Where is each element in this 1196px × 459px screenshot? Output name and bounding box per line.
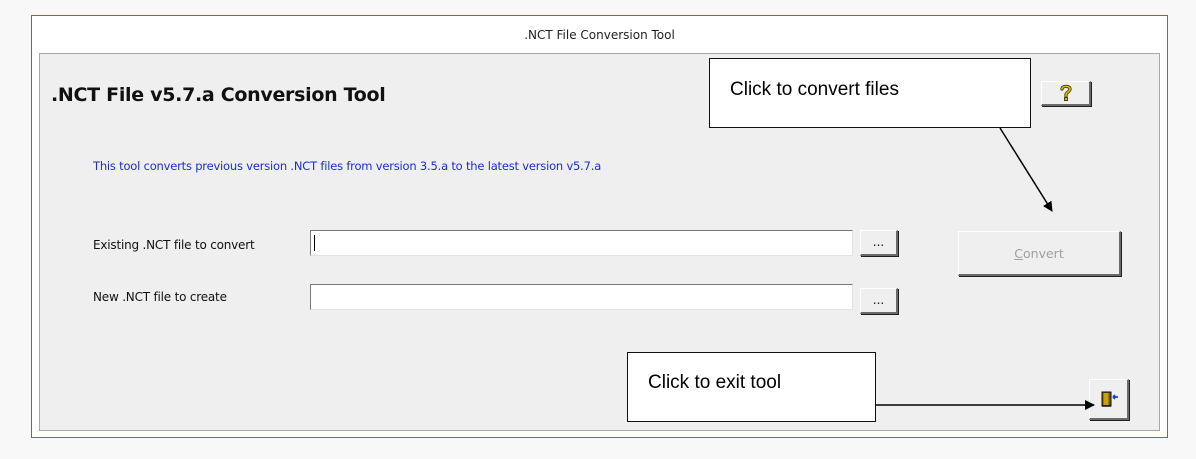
question-mark-icon — [1059, 84, 1073, 102]
existing-file-label: Existing .NCT file to convert — [93, 238, 255, 252]
exit-button[interactable] — [1089, 379, 1129, 420]
text-caret — [314, 235, 315, 251]
tool-description: This tool converts previous version .NCT… — [93, 159, 602, 173]
exit-callout: Click to exit tool — [627, 352, 876, 422]
browse-existing-button[interactable]: ... — [860, 230, 898, 256]
window-title: .NCT File Conversion Tool — [524, 28, 675, 42]
convert-label: onvert — [1023, 245, 1064, 261]
page-title: .NCT File v5.7.a Conversion Tool — [51, 84, 386, 106]
existing-file-input[interactable] — [310, 230, 853, 256]
convert-button[interactable]: Convert — [958, 231, 1121, 276]
new-file-input[interactable] — [310, 284, 853, 310]
help-button[interactable] — [1041, 81, 1091, 106]
exit-door-icon — [1099, 389, 1119, 409]
convert-mnemonic: C — [1014, 245, 1024, 261]
convert-callout: Click to convert files — [709, 58, 1031, 128]
browse-new-button[interactable]: ... — [860, 288, 898, 314]
new-file-label: New .NCT file to create — [93, 290, 227, 304]
